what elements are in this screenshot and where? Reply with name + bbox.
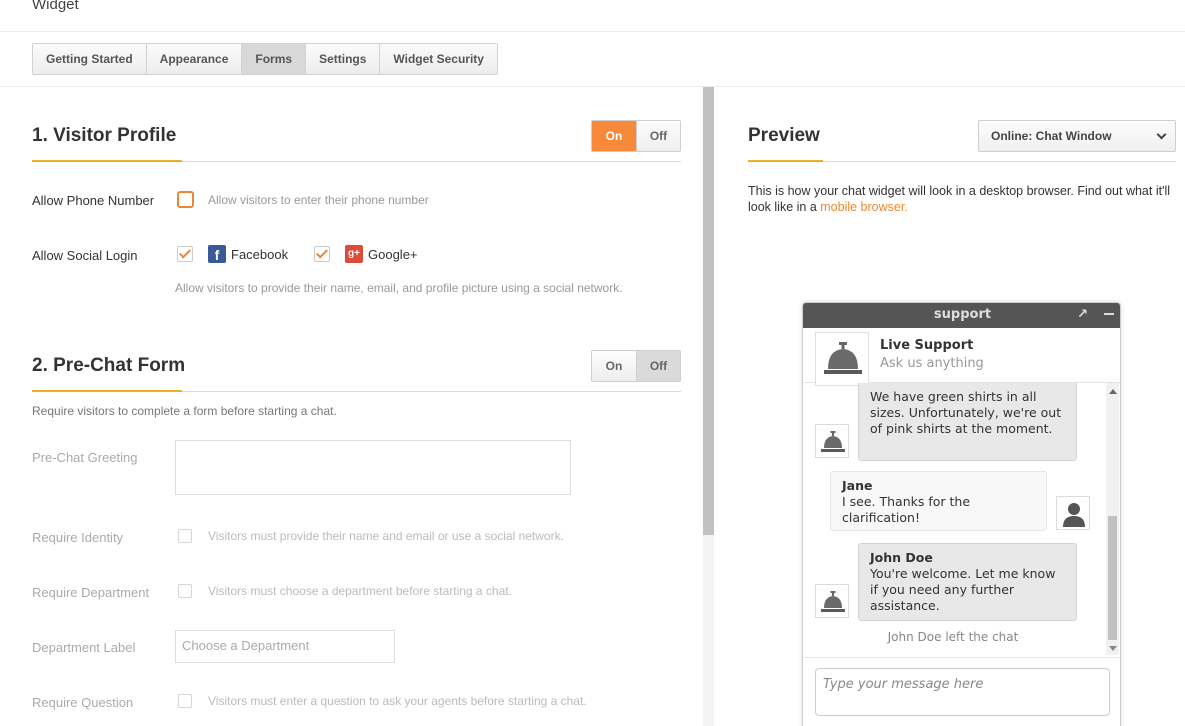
require-question-hint: Visitors must enter a question to ask yo… [208, 694, 587, 708]
scroll-down-arrow-icon[interactable] [1109, 646, 1117, 651]
require-identity-label: Require Identity [32, 530, 124, 545]
google-plus-checkbox[interactable] [314, 246, 330, 262]
tab-appearance[interactable]: Appearance [146, 44, 243, 74]
tab-widget-security[interactable]: Widget Security [380, 44, 497, 74]
pre-chat-description: Require visitors to complete a form befo… [32, 404, 337, 418]
pre-chat-toggle: On Off [591, 350, 681, 382]
pre-chat-off-button[interactable]: Off [636, 351, 680, 381]
mobile-browser-link[interactable]: mobile browser. [820, 200, 908, 214]
require-identity-checkbox[interactable] [178, 529, 192, 543]
facebook-label: Facebook [231, 247, 289, 262]
popout-icon[interactable]: ↗ [1077, 303, 1088, 327]
pre-chat-greeting-label: Pre-Chat Greeting [32, 450, 138, 465]
chat-widget-preview: support ↗ Live Support Ask us anything W… [802, 302, 1121, 726]
tab-forms[interactable]: Forms [242, 44, 307, 74]
department-label-label: Department Label [32, 640, 136, 655]
section-underline-accent [748, 160, 823, 162]
tab-getting-started[interactable]: Getting Started [33, 44, 147, 74]
google-plus-label: Google+ [368, 247, 418, 262]
message-text: You're welcome. Let me know if you need … [870, 566, 1056, 613]
bell-avatar-icon [815, 332, 869, 386]
require-department-checkbox[interactable] [178, 584, 192, 598]
require-department-hint: Visitors must choose a department before… [208, 584, 512, 598]
section-underline-accent [32, 160, 182, 162]
message-author: John Doe [870, 550, 933, 565]
chat-scrollbar-thumb[interactable] [1108, 516, 1117, 640]
section-underline-accent [32, 390, 182, 392]
message-author: Jane [842, 478, 873, 493]
google-plus-icon: g+ [345, 245, 363, 263]
tab-settings[interactable]: Settings [306, 44, 381, 74]
require-department-label: Require Department [32, 585, 150, 600]
preview-description-text: This is how your chat widget will look i… [748, 184, 1171, 214]
chat-header: support ↗ [803, 303, 1120, 328]
allow-phone-checkbox[interactable] [177, 191, 194, 208]
chat-header-title: support [933, 307, 992, 322]
pre-chat-form-title: 2. Pre-Chat Form [32, 355, 186, 376]
scroll-up-arrow-icon[interactable] [1109, 389, 1117, 394]
facebook-icon: f [208, 245, 226, 263]
preview-mode-value: Online: Chat Window [991, 129, 1112, 143]
widget-settings-page: Widget Getting Started Appearance Forms … [0, 0, 1185, 726]
preview-description: This is how your chat widget will look i… [748, 183, 1180, 215]
visitor-profile-title: 1. Visitor Profile [32, 125, 177, 146]
require-question-checkbox[interactable] [178, 694, 192, 708]
chevron-down-icon [1156, 129, 1167, 140]
bell-avatar-icon [815, 584, 849, 618]
pre-chat-on-button[interactable]: On [592, 351, 636, 381]
social-login-hint: Allow visitors to provide their name, em… [175, 281, 623, 295]
visitor-profile-off-button[interactable]: Off [636, 121, 680, 151]
chat-message: We have green shirts in all sizes. Unfor… [858, 383, 1077, 461]
visitor-profile-toggle: On Off [591, 120, 681, 152]
divider [0, 31, 1185, 32]
chat-message: Jane I see. Thanks for the clarification… [830, 471, 1047, 531]
bell-avatar-icon [815, 424, 849, 458]
visitor-profile-on-button[interactable]: On [592, 121, 636, 151]
facebook-checkbox[interactable] [177, 246, 193, 262]
divider [803, 657, 1120, 658]
settings-scrollbar-thumb[interactable] [703, 87, 714, 535]
chat-message-input[interactable]: Type your message here [815, 668, 1110, 716]
agent-tagline: Ask us anything [880, 356, 984, 371]
department-label-input[interactable]: Choose a Department [175, 630, 395, 663]
require-question-label: Require Question [32, 695, 134, 710]
message-text: We have green shirts in all sizes. Unfor… [870, 389, 1062, 436]
user-avatar-icon [1056, 496, 1090, 530]
allow-phone-hint: Allow visitors to enter their phone numb… [208, 193, 429, 207]
preview-mode-select[interactable]: Online: Chat Window [978, 120, 1176, 152]
chat-message: John Doe You're welcome. Let me know if … [858, 543, 1077, 621]
agent-bar: Live Support Ask us anything [803, 328, 1120, 386]
page-title: Widget [32, 0, 79, 13]
minimize-icon[interactable] [1104, 313, 1114, 315]
allow-phone-label: Allow Phone Number [32, 193, 155, 208]
system-message: John Doe left the chat [887, 630, 1019, 644]
pre-chat-greeting-textarea[interactable] [175, 440, 571, 495]
settings-tabs: Getting Started Appearance Forms Setting… [32, 43, 498, 75]
require-identity-hint: Visitors must provide their name and ema… [208, 529, 564, 543]
agent-name: Live Support [880, 338, 974, 353]
allow-social-label: Allow Social Login [32, 248, 138, 263]
divider [0, 86, 1185, 87]
message-text: I see. Thanks for the clarification! [842, 494, 971, 525]
preview-title: Preview [748, 125, 820, 146]
